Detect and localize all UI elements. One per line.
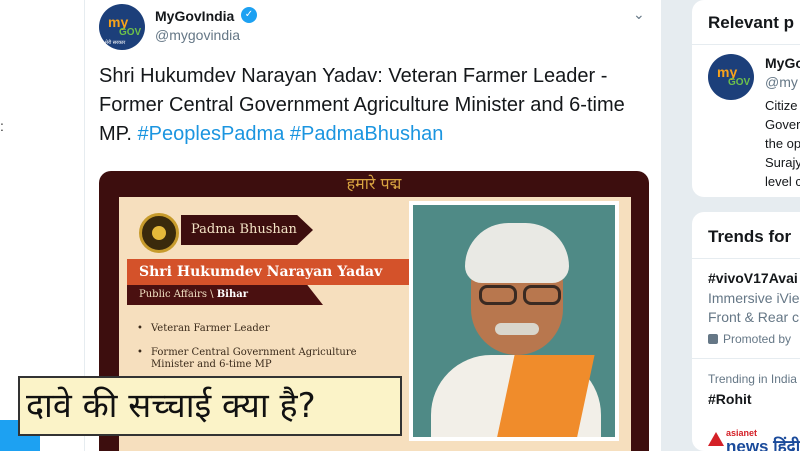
trend-item[interactable]: #vivoV17Avai (708, 270, 798, 286)
bio-line: the op (765, 136, 800, 151)
relevant-bio: Citize Gover the op Surajy level c (765, 96, 800, 191)
promoted-label: Promoted by (708, 332, 791, 346)
relevant-people-panel: Relevant p my GOV MyGo @my Citize Gover … (692, 0, 800, 197)
award-label: Padma Bhushan (181, 215, 313, 245)
category-text: Public Affairs \ (139, 289, 214, 300)
avatar-logo-gov: GOV (728, 77, 751, 88)
list-item: Veteran Farmer Leader (137, 323, 399, 335)
card-header: हमारे पद्म (346, 174, 402, 193)
account-handle[interactable]: @mygovindia (155, 27, 240, 43)
portrait-photo (409, 201, 619, 441)
padma-medal-icon (139, 213, 179, 253)
overlay-caption: दावे की सच्चाई क्या है? (18, 376, 402, 436)
bio-line: Citize (765, 98, 798, 113)
chevron-down-icon[interactable]: ⌄ (633, 6, 645, 23)
account-name[interactable]: MyGovIndia (155, 8, 234, 24)
hashtag-link[interactable]: #PeoplesPadma (138, 123, 285, 145)
relevant-avatar[interactable]: my GOV (708, 54, 754, 100)
trend-desc: Front & Rear c (708, 309, 800, 325)
bio-line: Gover (765, 117, 800, 132)
list-item: Former Central Government Agriculture Mi… (137, 347, 399, 371)
verified-badge-icon: ✓ (241, 7, 257, 23)
tweet-text: Shri Hukumdev Narayan Yadav: Veteran Far… (99, 62, 654, 149)
trend-context: Trending in India (708, 372, 797, 386)
state-text: Bihar (216, 289, 248, 300)
panel-title: Relevant p (708, 13, 794, 32)
promoted-icon (708, 334, 718, 344)
left-edge-mark: : (0, 118, 4, 134)
trend-item[interactable]: #Rohit (708, 391, 752, 407)
achievement-list: Veteran Farmer Leader Former Central Gov… (137, 323, 399, 383)
promoted-text: Promoted by (723, 332, 792, 346)
hashtag-link[interactable]: #PadmaBhushan (290, 123, 443, 145)
trend-desc: Immersive iVie (708, 290, 800, 306)
relevant-name[interactable]: MyGo (765, 55, 800, 71)
avatar-logo-gov: GOV (119, 27, 142, 38)
awardee-name: Shri Hukumdev Narayan Yadav (127, 259, 411, 285)
asianet-news: news हिंदी (726, 437, 800, 451)
asianet-logo: asianet news हिंदी (708, 428, 800, 451)
relevant-handle[interactable]: @my (765, 74, 798, 90)
account-avatar[interactable]: my GOV मेरी सरकार (99, 4, 145, 50)
award-category: Public Affairs \ Bihar (127, 285, 323, 305)
avatar-logo-sub: मेरी सरकार (105, 40, 126, 46)
trends-panel: Trends for #vivoV17Avai Immersive iVie F… (692, 212, 800, 451)
panel-title: Trends for (708, 227, 792, 246)
bio-line: level c (765, 174, 800, 189)
bio-line: Surajy (765, 155, 800, 170)
